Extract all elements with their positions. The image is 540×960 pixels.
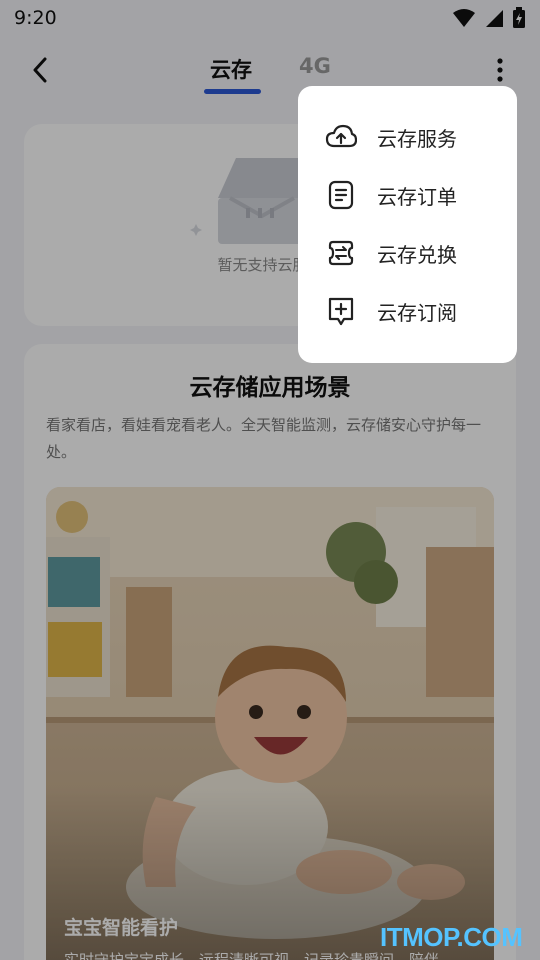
order-list-icon <box>325 179 357 211</box>
menu-item-label: 云存订单 <box>377 184 457 209</box>
site-watermark: ITMOP.COM <box>380 922 523 952</box>
menu-item-label: 云存订阅 <box>377 300 457 325</box>
menu-item-cloud-service[interactable]: 云存服务 <box>298 108 517 166</box>
cloud-upload-icon <box>325 121 357 153</box>
menu-item-cloud-order[interactable]: 云存订单 <box>298 166 517 224</box>
menu-item-cloud-exchange[interactable]: 云存兑换 <box>298 224 517 282</box>
menu-item-label: 云存兑换 <box>377 242 457 267</box>
exchange-icon <box>325 237 357 269</box>
popup-menu: 云存服务 云存订单 云存兑换 云存订阅 <box>298 86 517 363</box>
subscribe-icon <box>325 295 357 327</box>
menu-item-label: 云存服务 <box>377 126 457 151</box>
menu-item-cloud-subscribe[interactable]: 云存订阅 <box>298 282 517 340</box>
